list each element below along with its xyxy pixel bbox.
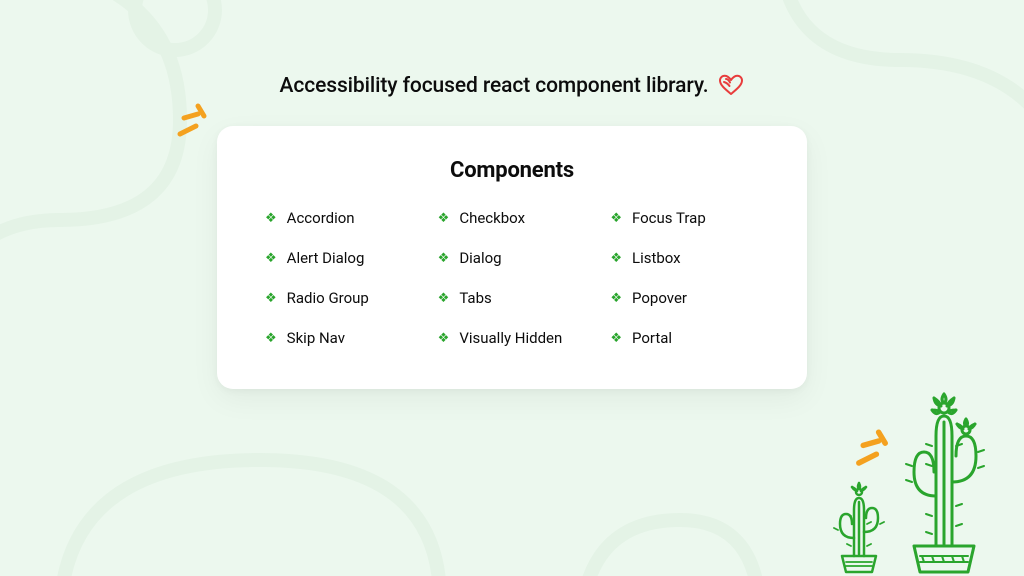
diamond-bullet-icon: ❖ [610,252,622,265]
component-link[interactable]: ❖ Dialog [438,249,587,267]
component-label: Accordion [287,209,355,227]
component-link[interactable]: ❖ Popover [610,289,759,307]
diamond-bullet-icon: ❖ [438,332,450,345]
component-label: Popover [632,289,687,307]
component-label: Tabs [459,289,491,307]
component-label: Listbox [632,249,681,267]
diamond-bullet-icon: ❖ [265,332,277,345]
diamond-bullet-icon: ❖ [265,252,277,265]
component-label: Visually Hidden [459,329,562,347]
components-card: Components ❖ Accordion ❖ Checkbox ❖ Focus T… [217,126,807,389]
component-label: Portal [632,329,672,347]
cactus-illustration [884,386,1004,576]
diamond-bullet-icon: ❖ [265,212,277,225]
diamond-bullet-icon: ❖ [265,292,277,305]
tagline-text: Accessibility focused react component li… [280,74,709,98]
diamond-bullet-icon: ❖ [610,212,622,225]
component-label: Radio Group [287,289,369,307]
components-grid: ❖ Accordion ❖ Checkbox ❖ Focus Trap ❖ Alert … [265,209,759,347]
component-label: Dialog [459,249,501,267]
diamond-bullet-icon: ❖ [438,212,450,225]
component-link[interactable]: ❖ Radio Group [265,289,414,307]
card-title: Components [265,158,759,183]
diamond-bullet-icon: ❖ [438,252,450,265]
component-link[interactable]: ❖ Portal [610,329,759,347]
component-link[interactable]: ❖ Checkbox [438,209,587,227]
component-link[interactable]: ❖ Accordion [265,209,414,227]
component-link[interactable]: ❖ Focus Trap [610,209,759,227]
component-link[interactable]: ❖ Tabs [438,289,587,307]
diamond-bullet-icon: ❖ [610,292,622,305]
component-link[interactable]: ❖ Listbox [610,249,759,267]
heart-icon [718,74,744,98]
component-label: Checkbox [459,209,525,227]
component-label: Focus Trap [632,209,706,227]
cactus-illustration [824,476,894,576]
diamond-bullet-icon: ❖ [438,292,450,305]
component-link[interactable]: ❖ Skip Nav [265,329,414,347]
component-label: Alert Dialog [287,249,365,267]
component-link[interactable]: ❖ Visually Hidden [438,329,587,347]
component-link[interactable]: ❖ Alert Dialog [265,249,414,267]
diamond-bullet-icon: ❖ [610,332,622,345]
component-label: Skip Nav [287,329,345,347]
tagline-row: Accessibility focused react component li… [280,74,745,98]
